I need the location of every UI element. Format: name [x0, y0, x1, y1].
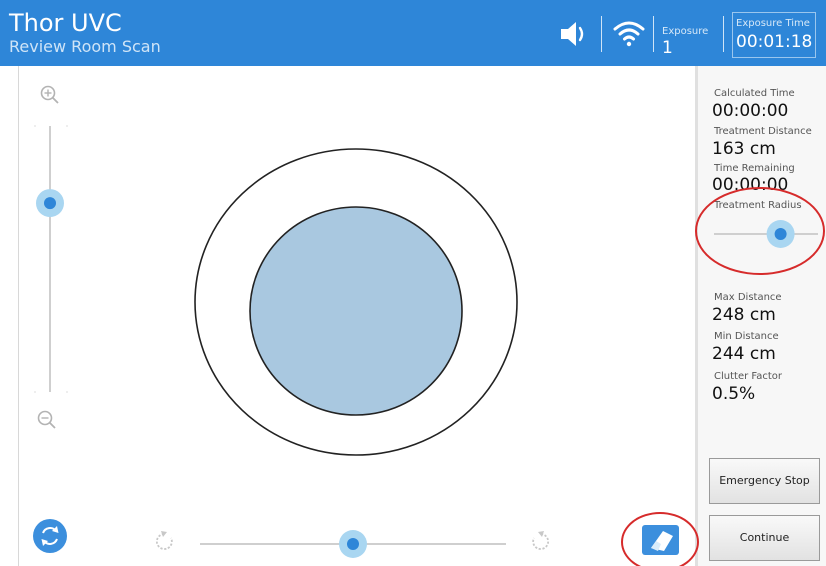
header-divider [723, 16, 724, 52]
max-distance-value: 248 cm [712, 305, 776, 325]
zoom-slider-knob[interactable] [36, 189, 64, 218]
rotate-left-icon[interactable] [155, 531, 173, 550]
min-distance-label: Min Distance [714, 331, 779, 342]
calculated-time-label: Calculated Time [714, 88, 795, 99]
exposure-time-label: Exposure Time [736, 18, 810, 29]
clutter-factor-label: Clutter Factor [714, 371, 782, 382]
treatment-radius-circle [249, 206, 463, 416]
max-distance-label: Max Distance [714, 292, 782, 303]
annotation-circle [621, 512, 699, 566]
treatment-distance-label: Treatment Distance [714, 126, 812, 137]
zoom-out-icon[interactable] [37, 410, 56, 429]
zoom-slider[interactable] [34, 125, 68, 393]
rotation-slider-knob[interactable] [339, 530, 367, 558]
exposure-time-value: 00:01:18 [736, 32, 813, 52]
continue-button[interactable]: Continue [709, 515, 820, 561]
clutter-factor-value: 0.5% [712, 384, 756, 404]
min-distance-value: 244 cm [712, 344, 776, 364]
time-remaining-label: Time Remaining [714, 163, 795, 174]
treatment-distance-value: 163 cm [712, 139, 776, 159]
emergency-stop-button[interactable]: Emergency Stop [709, 458, 820, 504]
annotation-circle [695, 187, 825, 275]
scan-canvas [33, 85, 679, 558]
sync-button[interactable] [33, 519, 67, 553]
zoom-in-icon[interactable] [40, 85, 59, 104]
calculated-time-value: 00:00:00 [712, 101, 789, 121]
rotate-right-icon[interactable] [532, 531, 550, 550]
